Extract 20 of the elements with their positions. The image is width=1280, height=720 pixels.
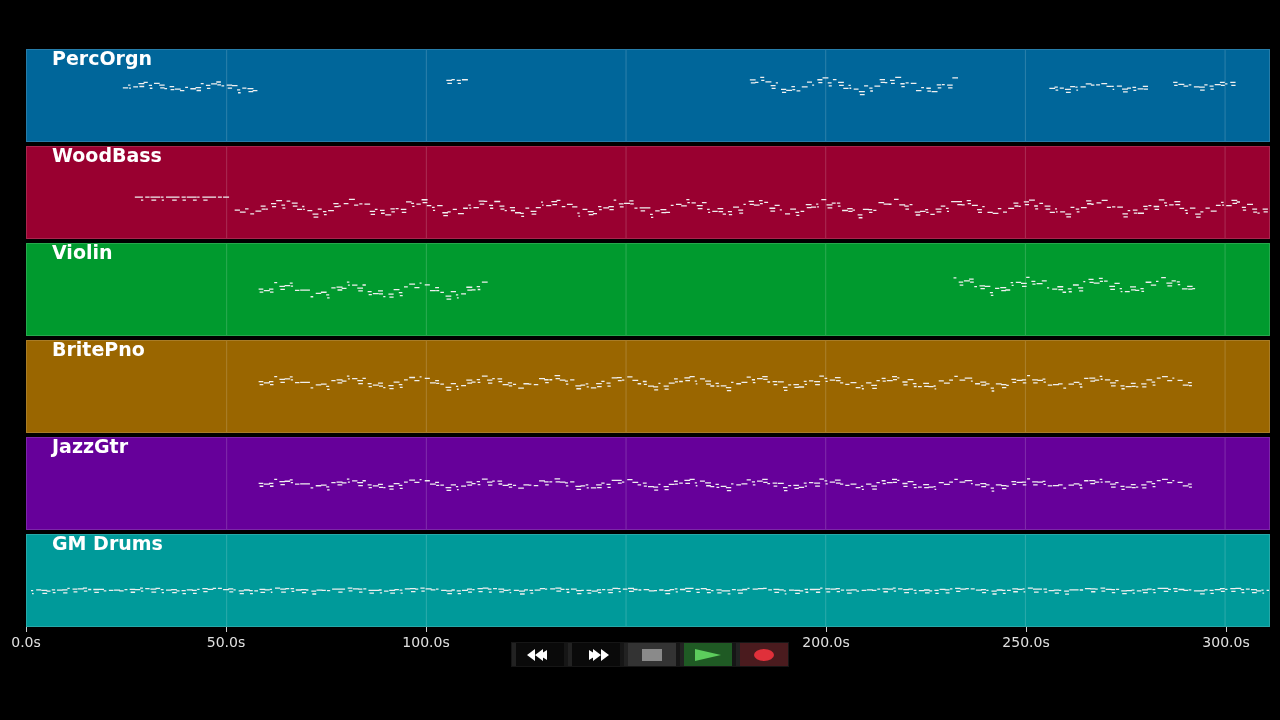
track-name: Violin — [52, 241, 113, 263]
time-tick-label: 50.0s — [206, 634, 246, 650]
track-name: WoodBass — [52, 144, 162, 166]
track-name: GM Drums — [52, 532, 163, 554]
track-name: BritePno — [52, 338, 145, 360]
fast-forward-button[interactable] — [568, 643, 620, 666]
track-name: JazzGtr — [52, 435, 129, 457]
record-button[interactable] — [736, 643, 788, 666]
rewind-button[interactable] — [512, 643, 564, 666]
time-tick-label: 250.0s — [1002, 634, 1050, 650]
play-icon — [695, 648, 721, 661]
time-tick-label: 200.0s — [802, 634, 850, 650]
time-tick-label: 0.0s — [11, 634, 41, 650]
track-name: PercOrgn — [52, 47, 153, 69]
stop-button[interactable] — [624, 643, 676, 666]
stop-icon — [642, 648, 662, 661]
time-tick-label: 100.0s — [402, 634, 450, 650]
time-tick-label: 300.0s — [1202, 634, 1250, 650]
record-icon — [754, 648, 774, 661]
play-button[interactable] — [680, 643, 732, 666]
